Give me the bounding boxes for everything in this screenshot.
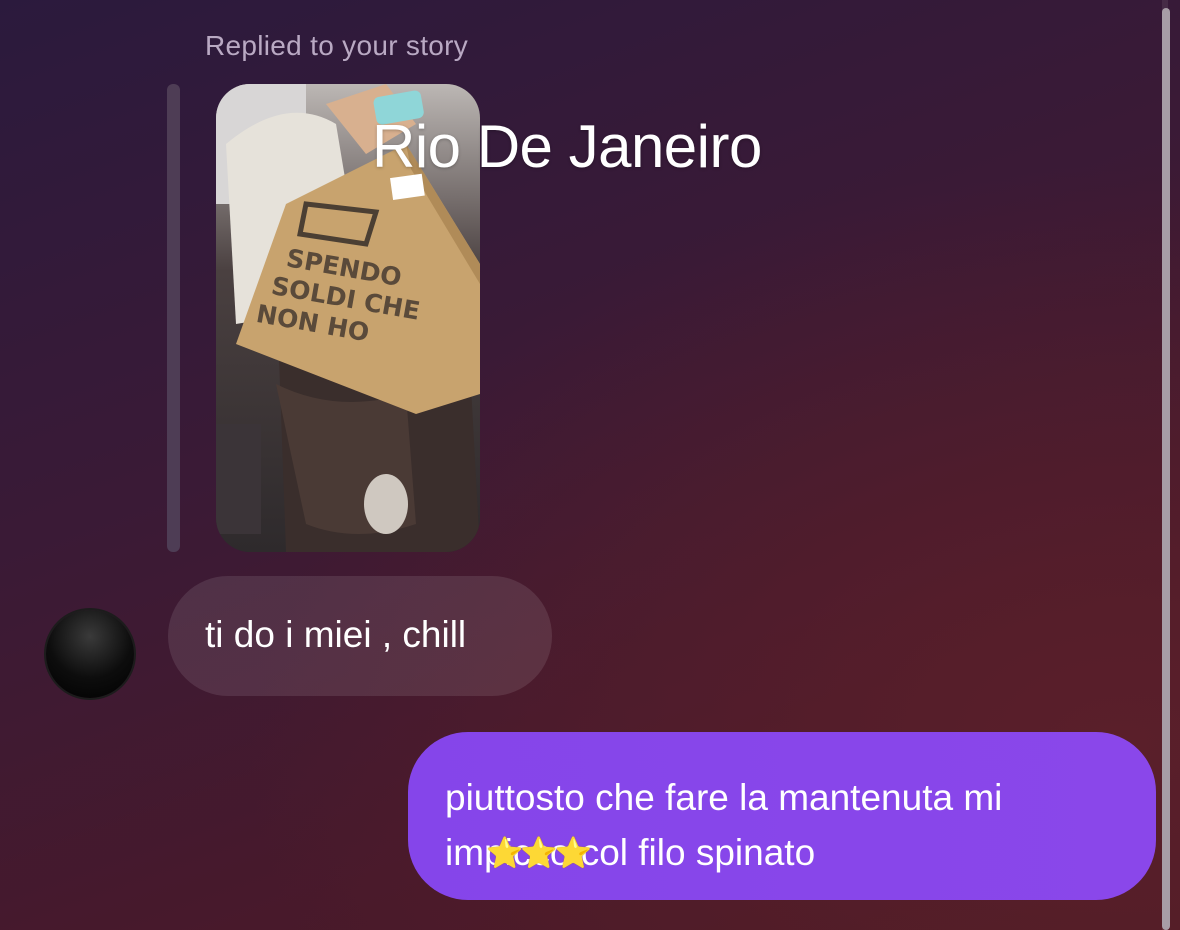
story-caption: Rio De Janeiro bbox=[372, 113, 762, 180]
reply-quote-bar bbox=[167, 84, 180, 552]
message-incoming[interactable]: ti do i miei , chill bbox=[168, 576, 552, 696]
scrollbar-thumb[interactable] bbox=[1162, 8, 1170, 930]
sender-avatar[interactable] bbox=[46, 610, 134, 698]
reply-context-label: Replied to your story bbox=[205, 30, 469, 61]
message-outgoing[interactable]: piuttosto che fare la mantenuta mi impic… bbox=[408, 732, 1156, 900]
chat-thread: Replied to your story SPENDO SOLDI CHE N… bbox=[0, 0, 1180, 930]
star-emoji-overlay: ⭐⭐⭐ bbox=[486, 837, 592, 870]
